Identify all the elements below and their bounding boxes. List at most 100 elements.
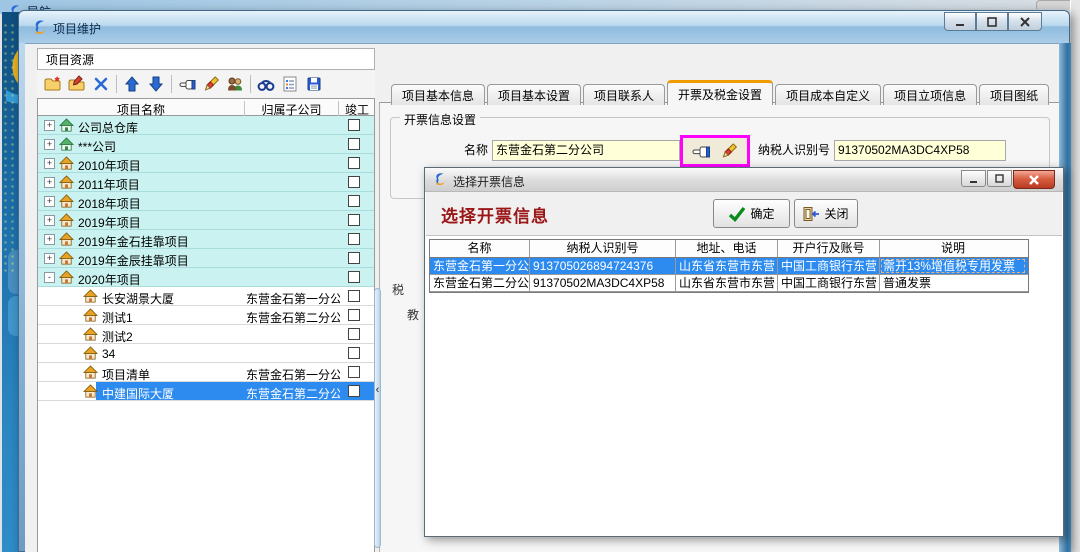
tab[interactable]: 项目基本设置 <box>487 84 581 105</box>
maximize-button[interactable] <box>976 12 1008 31</box>
completed-checkbox[interactable] <box>348 195 360 207</box>
select-hand-icon[interactable] <box>690 140 712 162</box>
new-folder-icon[interactable] <box>41 73 65 95</box>
expand-toggle[interactable]: + <box>44 253 55 264</box>
dialog-titlebar[interactable]: 选择开票信息 <box>425 168 1063 192</box>
edit-folder-icon[interactable] <box>65 73 89 95</box>
project-name: 2010年项目 <box>78 157 141 174</box>
cell-bank: 中国工商银行东营 <box>778 275 880 291</box>
tree-row[interactable]: + ***公司 <box>38 135 374 154</box>
completed-checkbox[interactable] <box>348 290 360 302</box>
erase-pencil-icon[interactable] <box>199 73 223 95</box>
expand-toggle[interactable]: + <box>44 177 55 188</box>
taxid-field[interactable]: 91370502MA3DC4XP58 <box>834 140 1006 161</box>
house-icon <box>59 270 74 285</box>
completed-checkbox[interactable] <box>348 176 360 188</box>
tab[interactable]: 项目图纸 <box>979 84 1049 105</box>
tree-row[interactable]: 测试1 东营金石第二分公司 <box>38 306 374 325</box>
tab[interactable]: 项目基本信息 <box>391 84 485 105</box>
dialog-close-button[interactable] <box>1013 170 1055 189</box>
completed-checkbox[interactable] <box>348 157 360 169</box>
project-company: 东营金石第二分公司 <box>246 385 340 402</box>
ok-button[interactable]: 确定 <box>713 199 790 228</box>
collapse-arrow-icon[interactable]: ‹ <box>371 383 384 399</box>
completed-checkbox[interactable] <box>348 309 360 321</box>
house-icon <box>83 384 98 399</box>
tree-row[interactable]: + 2011年项目 <box>38 173 374 192</box>
project-name: 2019年项目 <box>78 214 141 231</box>
tree-row[interactable]: 测试2 <box>38 325 374 344</box>
minimize-button[interactable] <box>944 12 976 31</box>
tree-row[interactable]: + 公司总仓库 <box>38 116 374 135</box>
close-dialog-button[interactable]: 关闭 <box>794 199 858 228</box>
ok-button-label: 确定 <box>750 205 774 222</box>
tree-row[interactable]: 长安湖景大厦 东营金石第一分公司 <box>38 287 374 306</box>
search-binoculars-icon[interactable] <box>254 73 278 95</box>
expand-toggle[interactable]: + <box>44 215 55 226</box>
tab[interactable]: 项目联系人 <box>583 84 665 105</box>
move-up-icon[interactable] <box>120 73 144 95</box>
tree-row[interactable]: 34 <box>38 344 374 363</box>
project-name: 中建国际大厦 <box>102 385 174 402</box>
expand-toggle[interactable]: + <box>44 158 55 169</box>
tree-row[interactable]: - 2020年项目 <box>38 268 374 287</box>
house-icon <box>59 213 74 228</box>
edit-pencil-icon[interactable] <box>718 140 740 162</box>
checklist-icon[interactable] <box>278 73 302 95</box>
completed-checkbox[interactable] <box>348 347 360 359</box>
dialog-minimize-button[interactable] <box>961 170 986 187</box>
move-down-icon[interactable] <box>144 73 168 95</box>
tab[interactable]: 项目成本自定义 <box>775 84 881 105</box>
tree-row[interactable]: 项目清单 东营金石第一分公司 <box>38 363 374 382</box>
panel-splitter[interactable] <box>374 288 381 548</box>
dialog-maximize-button[interactable] <box>987 170 1012 187</box>
close-button[interactable] <box>1008 12 1042 31</box>
completed-checkbox[interactable] <box>348 138 360 150</box>
tree-col-completed: 竣工 <box>338 101 374 116</box>
house-icon <box>59 232 74 247</box>
delete-icon[interactable] <box>89 73 113 95</box>
project-company: 东营金石第一分公司 <box>246 366 340 383</box>
completed-checkbox[interactable] <box>348 214 360 226</box>
completed-checkbox[interactable] <box>348 385 360 397</box>
house-icon <box>59 137 74 152</box>
name-label: 名称 <box>400 140 488 160</box>
expand-toggle[interactable]: - <box>44 272 55 283</box>
name-field[interactable]: 东营金石第二分公司 <box>492 140 680 161</box>
house-icon <box>83 346 98 361</box>
completed-checkbox[interactable] <box>348 328 360 340</box>
completed-checkbox[interactable] <box>348 252 360 264</box>
tree-row[interactable]: + 2019年金辰挂靠项目 <box>38 249 374 268</box>
expand-toggle[interactable]: + <box>44 139 55 150</box>
save-icon[interactable] <box>302 73 326 95</box>
expand-toggle[interactable]: + <box>44 196 55 207</box>
tab[interactable]: 项目立项信息 <box>883 84 977 105</box>
tree-row[interactable]: + 2010年项目 <box>38 154 374 173</box>
tree-rows: + 公司总仓库 + <box>38 116 374 401</box>
tree-row[interactable]: + 2019年项目 <box>38 211 374 230</box>
project-company: 东营金石第一分公司 <box>246 290 340 307</box>
invoice-row[interactable]: 东营金石第一分公司 913705026894724376 山东省东营市东营 中国… <box>430 258 1028 275</box>
project-name: 2011年项目 <box>78 176 140 193</box>
completed-checkbox[interactable] <box>348 233 360 245</box>
users-icon[interactable] <box>223 73 247 95</box>
tree-col-company: 归属子公司 <box>244 101 338 116</box>
taxid-label: 纳税人识别号 <box>740 140 830 160</box>
expand-toggle[interactable]: + <box>44 120 55 131</box>
window-titlebar[interactable]: 项目维护 <box>19 11 1069 43</box>
tab[interactable]: 开票及税金设置 <box>667 80 773 105</box>
completed-checkbox[interactable] <box>348 366 360 378</box>
tree-row[interactable]: + 2018年项目 <box>38 192 374 211</box>
tree-row[interactable]: + 2019年金石挂靠项目 <box>38 230 374 249</box>
house-icon <box>83 327 98 342</box>
completed-checkbox[interactable] <box>348 119 360 131</box>
invoice-row[interactable]: 东营金石第二分公司 91370502MA3DC4XP58 山东省东营市东营 中国… <box>430 275 1028 292</box>
invoice-table: 名称 纳税人识别号 地址、电话 开户行及账号 说明 东营金石第一分公司 9137… <box>429 239 1029 293</box>
completed-checkbox[interactable] <box>348 271 360 283</box>
select-hand-icon[interactable] <box>175 73 199 95</box>
expand-toggle[interactable]: + <box>44 234 55 245</box>
left-panel-toolbar <box>37 70 375 98</box>
project-name: 项目清单 <box>102 366 150 383</box>
cell-note: 需开13%增值税专用发票 <box>880 258 1026 274</box>
tree-row[interactable]: 中建国际大厦 东营金石第二分公司 <box>38 382 374 401</box>
